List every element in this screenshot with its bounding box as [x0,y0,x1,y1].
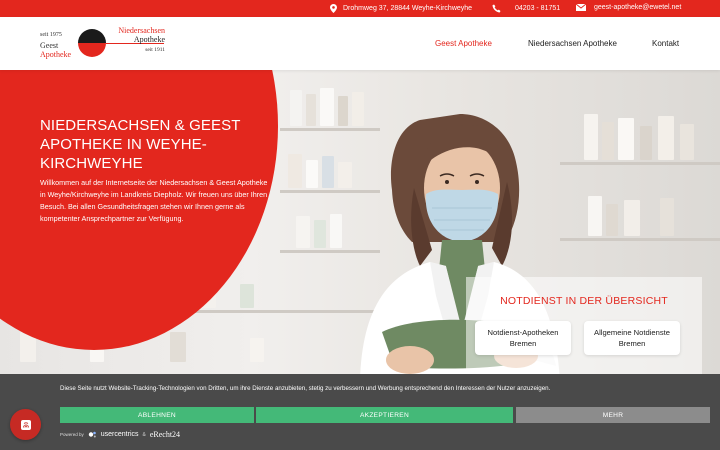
allgemeine-notdienste-bremen-button[interactable]: Allgemeine Notdienste Bremen [584,321,680,355]
address-item[interactable]: Drohmweg 37, 28844 Weyhe-Kirchweyhe [330,4,472,13]
phone-text: 04203 - 81751 [515,5,561,12]
hero-title: NIEDERSACHSEN & GEEST APOTHEKE IN WEYHE-… [40,117,241,172]
cookie-consent-banner: Diese Seite nutzt Website-Tracking-Techn… [0,374,720,450]
cookie-powered-by: Powered by usercentrics & eRecht24 [60,430,180,439]
usercentrics-logo-icon [88,431,96,438]
notdienst-apotheken-bremen-button[interactable]: Notdienst-Apotheken Bremen [475,321,571,355]
privacy-settings-fingerprint-button[interactable] [10,409,41,440]
address-text: Drohmweg 37, 28844 Weyhe-Kirchweyhe [343,5,473,12]
nav-niedersachsen-apotheke[interactable]: Niedersachsen Apotheke [528,39,617,48]
nav-geest-apotheke[interactable]: Geest Apotheke [435,39,492,48]
top-info-bar: Drohmweg 37, 28844 Weyhe-Kirchweyhe 0420… [0,0,720,17]
hero-intro-text: Willkommen auf der Internetseite der Nie… [40,178,268,223]
cookie-text: Diese Seite nutzt Website-Tracking-Techn… [60,385,551,392]
logo-right-name1: Niedersachsen [118,26,165,35]
site-header: seit 1975 Geest Apotheke Niedersachsen A… [0,17,720,70]
hero-section: NIEDERSACHSEN & GEEST APOTHEKE IN WEYHE-… [0,70,720,380]
map-pin-icon [330,4,337,13]
logo-emblem [78,29,106,57]
logo-left-name2: Apotheke [40,50,72,59]
email-item[interactable]: geest-apotheke@ewetel.net [576,4,681,11]
email-text: geest-apotheke@ewetel.net [594,4,682,11]
logo-left-since: seit 1975 [40,32,62,38]
logo[interactable]: seit 1975 Geest Apotheke Niedersachsen A… [40,26,165,63]
nav-kontakt[interactable]: Kontakt [652,39,679,48]
notdienst-title: NOTDIENST IN DER ÜBERSICHT [500,295,668,307]
brand-ampersand: & [142,431,146,438]
logo-right-since: seit 1911 [145,47,165,53]
fingerprint-icon [20,419,31,430]
cookie-deny-button[interactable]: ABLEHNEN [60,407,254,423]
envelope-icon [576,4,586,11]
phone-item[interactable]: 04203 - 81751 [492,4,560,13]
usercentrics-brand: usercentrics [100,431,139,438]
logo-right-name2: Apotheke [133,35,165,44]
logo-left-name1: Geest [40,41,59,50]
phone-icon [492,4,501,13]
cookie-more-button[interactable]: MEHR [516,407,710,423]
notdienst-panel: NOTDIENST IN DER ÜBERSICHT Notdienst-Apo… [466,277,702,380]
powered-by-label: Powered by [60,432,84,437]
erecht24-brand: eRecht24 [149,430,181,439]
cookie-accept-button[interactable]: AKZEPTIEREN [256,407,513,423]
